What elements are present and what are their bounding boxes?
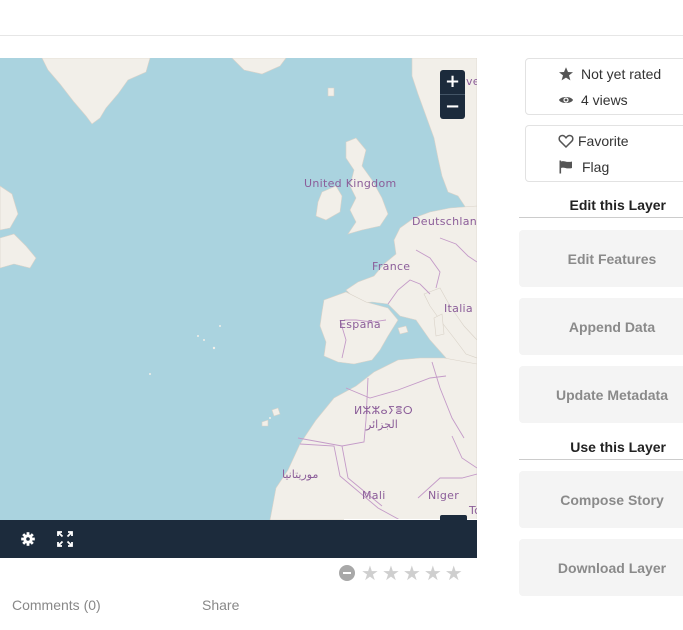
star-icon[interactable]: ★ — [382, 563, 400, 583]
map-viewer[interactable]: United Kingdom Deutschlan France Italia … — [0, 58, 477, 520]
map-label-germany: Deutschlan — [412, 215, 477, 228]
map-label-partial-top: ve — [466, 75, 477, 88]
map-label-algeria-arabic: الجزائر — [366, 418, 398, 431]
map-label-italy: Italia — [444, 302, 473, 315]
star-icon[interactable]: ★ — [424, 563, 442, 583]
zoom-out-button[interactable]: − — [440, 94, 465, 119]
comments-link[interactable]: Comments (0) — [12, 597, 101, 613]
download-layer-button[interactable]: Download Layer — [519, 539, 683, 596]
heart-icon[interactable] — [558, 133, 574, 149]
map-label-mali: Mali — [362, 489, 386, 502]
rating-status: Not yet rated — [581, 66, 662, 82]
map-label-partial-bottom: Tc — [469, 504, 477, 517]
star-icon[interactable]: ★ — [403, 563, 421, 583]
section-divider — [519, 217, 683, 218]
star-icon[interactable]: ★ — [445, 563, 463, 583]
zoom-in-button[interactable]: + — [440, 70, 465, 94]
edit-section-title: Edit this Layer — [569, 197, 666, 213]
section-divider — [519, 459, 683, 460]
stats-card: Not yet rated 4 views — [525, 58, 683, 115]
map-toolbar — [0, 520, 477, 558]
use-section-title: Use this Layer — [570, 439, 666, 455]
view-count: 4 views — [581, 92, 628, 108]
update-metadata-button[interactable]: Update Metadata — [519, 366, 683, 423]
append-data-button[interactable]: Append Data — [519, 298, 683, 355]
flag-icon[interactable] — [558, 159, 574, 175]
map-label-mauritania: موريتانيا — [282, 468, 319, 481]
star-rating: ★ ★ ★ ★ ★ — [339, 563, 466, 583]
share-link[interactable]: Share — [202, 597, 239, 613]
clear-rating-icon[interactable] — [339, 565, 355, 581]
compose-story-button[interactable]: Compose Story — [519, 471, 683, 528]
flag-button[interactable]: Flag — [582, 159, 609, 175]
edit-features-button[interactable]: Edit Features — [519, 230, 683, 287]
star-icon — [558, 66, 574, 82]
map-label-uk: United Kingdom — [304, 177, 397, 190]
fullscreen-icon[interactable] — [55, 529, 75, 549]
actions-card: Favorite Flag — [525, 125, 683, 182]
gear-icon[interactable] — [18, 529, 38, 549]
zoom-control: + − — [440, 70, 465, 119]
map-tiles — [0, 58, 477, 520]
favorite-button[interactable]: Favorite — [578, 133, 629, 149]
map-label-france: France — [372, 260, 411, 273]
top-bar — [0, 0, 683, 36]
map-label-spain: España — [339, 318, 381, 331]
map-label-algeria-tifinagh: ⵍⵣⵣⴰⵢⴻⵔ — [354, 404, 414, 417]
star-icon[interactable]: ★ — [361, 563, 379, 583]
eye-icon — [558, 92, 574, 108]
map-label-niger: Niger — [428, 489, 460, 502]
